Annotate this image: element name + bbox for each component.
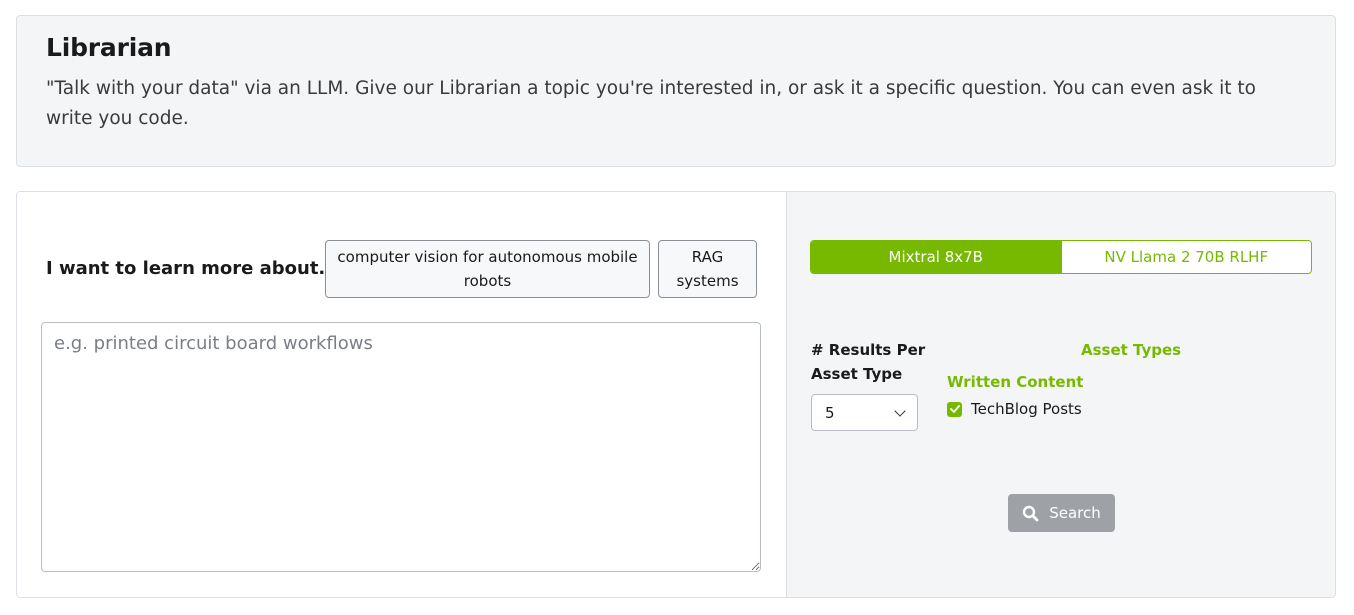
page-description: "Talk with your data" via an LLM. Give o… <box>46 78 1256 129</box>
techblog-checkbox-label: TechBlog Posts <box>971 400 1082 418</box>
suggestion-chip-rag-systems[interactable]: RAG systems <box>658 240 757 298</box>
techblog-checkbox[interactable] <box>947 401 962 417</box>
model-option-nv-llama[interactable]: NV Llama 2 70B RLHF <box>1060 241 1311 273</box>
asset-types-heading: Asset Types <box>1081 341 1182 359</box>
page-title: Librarian <box>46 33 172 62</box>
librarian-form: I want to learn more about... computer v… <box>16 191 1336 598</box>
asset-option-techblog[interactable]: TechBlog Posts <box>947 400 1082 418</box>
chevron-down-icon <box>894 404 906 417</box>
intro-panel: Librarian "Talk with your data" via an L… <box>16 15 1336 167</box>
search-button[interactable]: Search <box>1008 494 1115 532</box>
check-icon <box>949 405 960 413</box>
suggestion-chip-computer-vision[interactable]: computer vision for autonomous mobile ro… <box>325 240 650 298</box>
learn-more-label: I want to learn more about... <box>46 258 339 279</box>
query-pane: I want to learn more about... computer v… <box>17 192 786 597</box>
results-select-value: 5 <box>825 403 835 422</box>
model-selector: Mixtral 8x7B NV Llama 2 70B RLHF <box>810 240 1312 274</box>
results-per-asset-label: # Results Per Asset Type <box>811 341 926 383</box>
results-per-asset-select[interactable]: 5 <box>811 394 918 431</box>
search-button-label: Search <box>1049 504 1101 522</box>
written-content-heading: Written Content <box>947 373 1084 391</box>
settings-pane: Mixtral 8x7B NV Llama 2 70B RLHF # Resul… <box>786 192 1335 597</box>
search-icon <box>1023 505 1039 521</box>
model-option-mixtral[interactable]: Mixtral 8x7B <box>811 241 1061 273</box>
topic-input[interactable] <box>41 322 761 572</box>
